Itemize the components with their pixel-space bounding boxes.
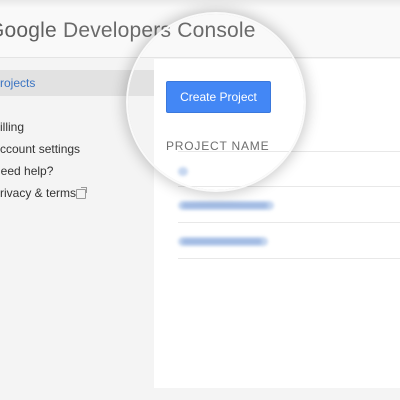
obscured-project-name-text <box>182 203 268 208</box>
create-project-button[interactable]: Create Project <box>166 81 271 113</box>
sidebar-item-label: Need help? <box>0 164 54 178</box>
sidebar-item-label: Account settings <box>0 142 81 156</box>
sidebar-item-label: Privacy & terms <box>0 186 77 200</box>
google-logo-text: Google <box>0 19 57 42</box>
top-bar: Google Developers Console <box>0 0 400 58</box>
sidebar: Projects Billing Account settings Need h… <box>0 59 154 400</box>
sidebar-item-projects[interactable]: Projects <box>0 70 154 96</box>
sidebar-item-label: Billing <box>0 120 25 134</box>
app-title[interactable]: Google Developers Console <box>0 19 256 43</box>
sidebar-item-label: Projects <box>0 76 36 90</box>
obscured-project-name-text <box>182 239 262 244</box>
product-name: Developers Console <box>62 19 256 42</box>
table-header-divider <box>178 151 400 152</box>
row-divider <box>178 186 400 187</box>
top-bar-shade <box>0 0 400 8</box>
row-divider <box>178 222 400 223</box>
row-divider <box>178 258 400 259</box>
obscured-project-name <box>178 167 188 176</box>
external-link-icon <box>76 187 87 199</box>
